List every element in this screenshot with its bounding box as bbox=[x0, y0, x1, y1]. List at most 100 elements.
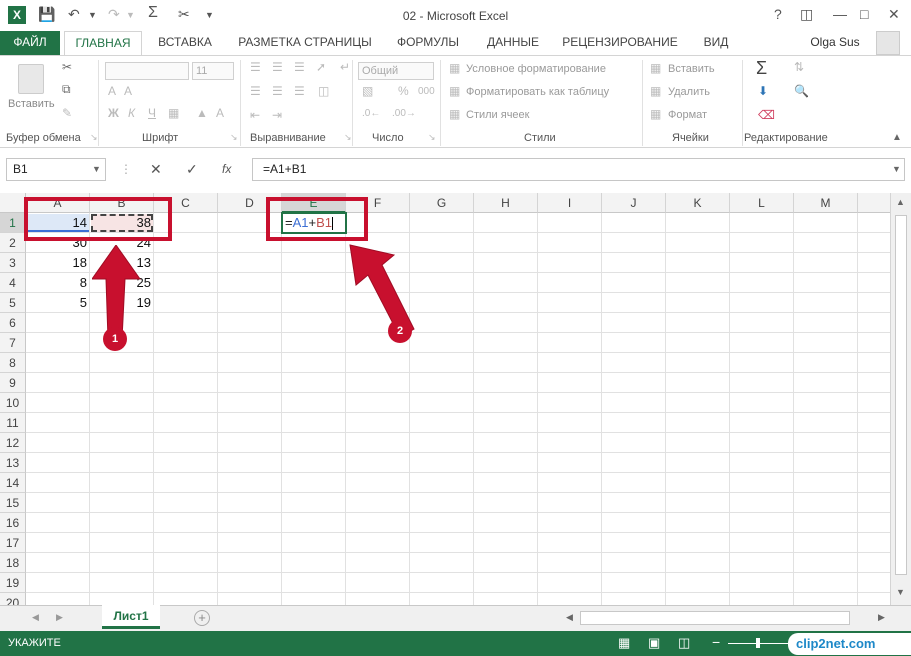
orientation-icon[interactable]: ➚ bbox=[316, 60, 326, 74]
shrink-font-icon[interactable]: A bbox=[124, 84, 132, 98]
decrease-indent-icon[interactable]: ⇤ bbox=[250, 108, 260, 122]
horizontal-scroll-thumb[interactable] bbox=[580, 611, 850, 625]
format-painter-icon[interactable]: ✎ bbox=[62, 106, 72, 120]
select-all-corner[interactable] bbox=[0, 193, 26, 213]
ribbon-display-icon[interactable]: ◫ bbox=[800, 6, 813, 23]
cell-a5[interactable]: 5 bbox=[26, 293, 90, 313]
alignment-launcher-icon[interactable]: ↘ bbox=[344, 132, 352, 143]
column-header-n[interactable] bbox=[858, 193, 890, 213]
delete-cells-icon[interactable]: ▦ bbox=[650, 84, 661, 98]
zoom-out-icon[interactable]: − bbox=[712, 634, 720, 650]
conditional-formatting-icon[interactable]: ▦ bbox=[449, 61, 460, 75]
align-center-icon[interactable]: ☰ bbox=[272, 84, 283, 98]
merge-icon[interactable]: ◫ bbox=[318, 84, 329, 98]
column-header-i[interactable]: I bbox=[538, 193, 602, 213]
tab-insert[interactable]: ВСТАВКА bbox=[150, 31, 220, 55]
format-cells-icon[interactable]: ▦ bbox=[650, 107, 661, 121]
zoom-slider-thumb[interactable] bbox=[756, 638, 760, 648]
formula-input[interactable]: =A1+B1 bbox=[252, 158, 905, 181]
expand-formula-bar-icon[interactable]: ▼ bbox=[892, 164, 901, 174]
increase-indent-icon[interactable]: ⇥ bbox=[272, 108, 282, 122]
tab-review[interactable]: РЕЦЕНЗИРОВАНИЕ bbox=[558, 31, 682, 55]
underline-icon[interactable]: Ч bbox=[148, 106, 156, 120]
number-launcher-icon[interactable]: ↘ bbox=[428, 132, 436, 143]
font-name-box[interactable] bbox=[105, 62, 189, 80]
scroll-up-icon[interactable]: ▲ bbox=[896, 197, 905, 207]
column-header-j[interactable]: J bbox=[602, 193, 666, 213]
clipboard-icon[interactable] bbox=[18, 64, 44, 94]
column-header-l[interactable]: L bbox=[730, 193, 794, 213]
worksheet-grid[interactable]: A B C D E F G H I J K L M 1 2 3 4 5 6 7 … bbox=[0, 193, 890, 605]
thousands-icon[interactable]: 000 bbox=[418, 86, 435, 97]
name-box[interactable]: B1 bbox=[6, 158, 106, 181]
page-break-view-icon[interactable]: ◫ bbox=[678, 635, 690, 651]
align-right-icon[interactable]: ☰ bbox=[294, 84, 305, 98]
tab-view[interactable]: ВИД bbox=[696, 31, 736, 55]
row-header-6[interactable]: 6 bbox=[0, 313, 26, 333]
minimize-button[interactable]: — bbox=[833, 6, 847, 22]
clear-icon[interactable]: ⌫ bbox=[758, 108, 775, 122]
sort-filter-icon[interactable]: ⇅ bbox=[794, 60, 804, 74]
cut-small-icon[interactable]: ✂ bbox=[62, 60, 72, 74]
column-header-h[interactable]: H bbox=[474, 193, 538, 213]
format-as-table-icon[interactable]: ▦ bbox=[449, 84, 460, 98]
row-header-9[interactable]: 9 bbox=[0, 373, 26, 393]
hscroll-left-icon[interactable]: ◀ bbox=[566, 612, 573, 623]
italic-icon[interactable]: К bbox=[128, 106, 135, 120]
cancel-icon[interactable]: ✕ bbox=[150, 161, 162, 178]
row-header-19[interactable]: 19 bbox=[0, 573, 26, 593]
row-header-10[interactable]: 10 bbox=[0, 393, 26, 413]
row-header-4[interactable]: 4 bbox=[0, 273, 26, 293]
row-header-12[interactable]: 12 bbox=[0, 433, 26, 453]
row-header-14[interactable]: 14 bbox=[0, 473, 26, 493]
page-layout-view-icon[interactable]: ▣ bbox=[648, 635, 660, 651]
sheet-tab-list1[interactable]: Лист1 bbox=[102, 605, 160, 629]
autosum-icon[interactable]: Σ bbox=[756, 58, 767, 79]
insert-cells-icon[interactable]: ▦ bbox=[650, 61, 661, 75]
insert-cells-button[interactable]: Вставить bbox=[668, 63, 715, 75]
fill-icon[interactable]: ⬇ bbox=[758, 84, 768, 98]
cell-styles-icon[interactable]: ▦ bbox=[449, 107, 460, 121]
increase-decimal-icon[interactable]: .0← bbox=[362, 108, 380, 119]
align-middle-icon[interactable]: ☰ bbox=[272, 60, 283, 74]
borders-icon[interactable]: ▦ bbox=[168, 106, 179, 120]
help-button[interactable]: ? bbox=[774, 6, 782, 22]
font-color-icon[interactable]: A bbox=[216, 106, 224, 120]
scroll-down-icon[interactable]: ▼ bbox=[896, 587, 905, 597]
format-cells-button[interactable]: Формат bbox=[668, 109, 707, 121]
vertical-scroll-thumb[interactable] bbox=[895, 215, 907, 575]
column-header-m[interactable]: M bbox=[794, 193, 858, 213]
normal-view-icon[interactable]: ▦ bbox=[618, 635, 630, 651]
enter-icon[interactable]: ✓ bbox=[186, 161, 198, 178]
format-as-table-button[interactable]: Форматировать как таблицу bbox=[466, 86, 609, 98]
delete-cells-button[interactable]: Удалить bbox=[668, 86, 710, 98]
row-header-16[interactable]: 16 bbox=[0, 513, 26, 533]
column-header-k[interactable]: K bbox=[666, 193, 730, 213]
fill-color-icon[interactable]: ▲ bbox=[196, 106, 208, 120]
row-header-2[interactable]: 2 bbox=[0, 233, 26, 253]
find-select-icon[interactable]: 🔍 bbox=[794, 84, 809, 98]
align-left-icon[interactable]: ☰ bbox=[250, 84, 261, 98]
avatar[interactable] bbox=[876, 31, 900, 55]
row-header-5[interactable]: 5 bbox=[0, 293, 26, 313]
name-box-dropdown-icon[interactable]: ▼ bbox=[92, 164, 101, 174]
user-name[interactable]: Olga Sus bbox=[800, 31, 870, 55]
close-button[interactable]: ✕ bbox=[888, 6, 900, 23]
copy-icon[interactable]: ⧉ bbox=[62, 82, 71, 97]
cell-a3[interactable]: 18 bbox=[26, 253, 90, 273]
row-header-3[interactable]: 3 bbox=[0, 253, 26, 273]
clipboard-launcher-icon[interactable]: ↘ bbox=[90, 132, 98, 143]
tab-page-layout[interactable]: РАЗМЕТКА СТРАНИЦЫ bbox=[232, 31, 378, 55]
maximize-button[interactable]: □ bbox=[860, 6, 868, 22]
sheet-next-icon[interactable]: ▶ bbox=[56, 612, 63, 623]
align-top-icon[interactable]: ☰ bbox=[250, 60, 261, 74]
conditional-formatting-button[interactable]: Условное форматирование bbox=[466, 63, 606, 75]
tab-home[interactable]: ГЛАВНАЯ bbox=[64, 31, 142, 56]
hscroll-right-icon[interactable]: ▶ bbox=[878, 612, 885, 623]
insert-function-icon[interactable]: fx bbox=[222, 162, 231, 176]
row-header-13[interactable]: 13 bbox=[0, 453, 26, 473]
tab-data[interactable]: ДАННЫЕ bbox=[478, 31, 548, 55]
grow-font-icon[interactable]: A bbox=[108, 84, 116, 98]
row-header-11[interactable]: 11 bbox=[0, 413, 26, 433]
row-header-1[interactable]: 1 bbox=[0, 213, 26, 233]
